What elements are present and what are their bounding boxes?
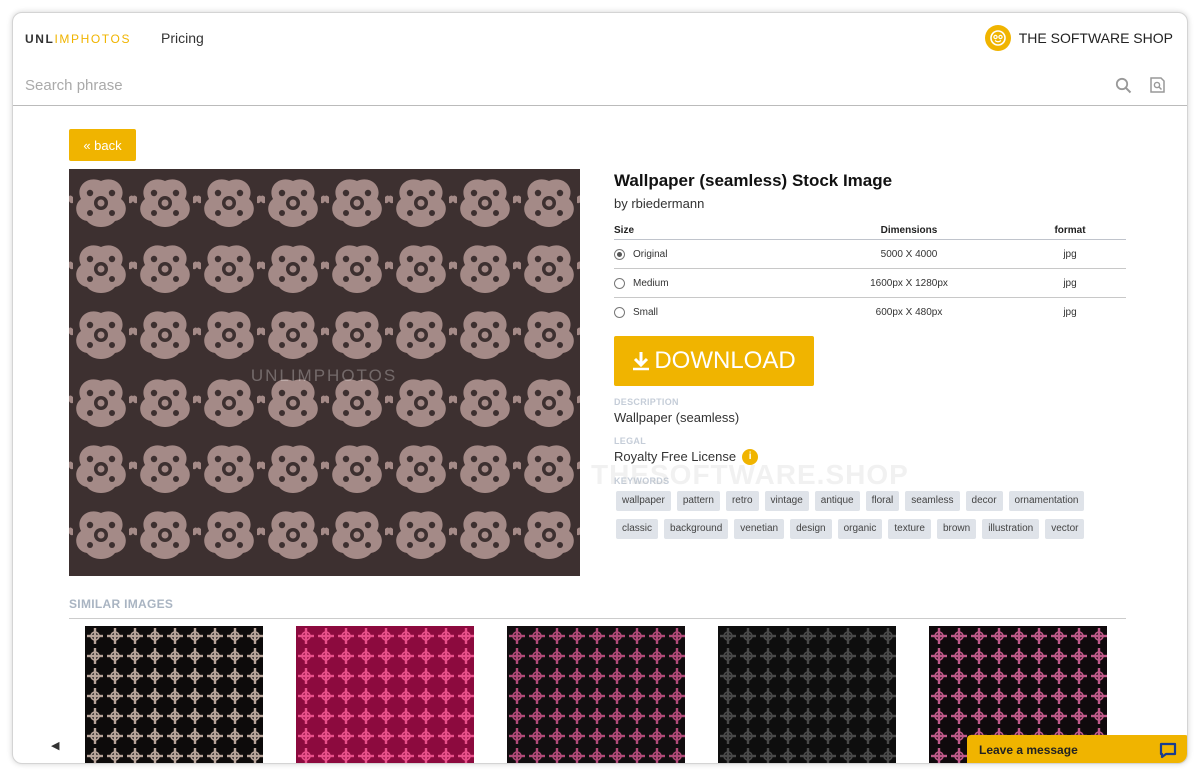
browser-frame: UNLIMPHOTOS Pricing THE SOFTWARE SHOP Se… bbox=[12, 12, 1188, 764]
similar-images-label: SIMILAR IMAGES bbox=[69, 597, 174, 611]
image-search-icon[interactable] bbox=[1145, 73, 1169, 97]
legal-label: LEGAL bbox=[614, 435, 646, 446]
thumb-pattern bbox=[85, 626, 263, 763]
nav-pricing-link[interactable]: Pricing bbox=[161, 30, 204, 46]
image-title: Wallpaper (seamless) Stock Image bbox=[614, 171, 893, 190]
keyword-tag[interactable]: vector bbox=[1045, 518, 1085, 539]
format-header: format bbox=[1014, 225, 1126, 240]
size-label: Medium bbox=[633, 277, 669, 289]
description-text: Wallpaper (seamless) bbox=[614, 409, 740, 425]
keyword-tag[interactable]: retro bbox=[725, 490, 759, 511]
back-button[interactable]: « back bbox=[69, 129, 136, 161]
preview-pattern: UNLIMPHOTOS bbox=[69, 169, 580, 576]
keyword-tag[interactable]: illustration bbox=[982, 518, 1040, 539]
similar-divider bbox=[69, 618, 1126, 619]
logo-text-3: MPHOTOS bbox=[59, 32, 132, 46]
dimensions-header: Dimensions bbox=[804, 225, 1014, 240]
similar-image-thumb[interactable] bbox=[718, 626, 896, 763]
radio-medium[interactable] bbox=[614, 277, 625, 289]
info-icon[interactable]: i bbox=[742, 448, 759, 465]
size-format: jpg bbox=[1014, 239, 1126, 269]
radio-original[interactable] bbox=[614, 248, 625, 260]
search-bar bbox=[13, 65, 1187, 106]
size-format: jpg bbox=[1014, 268, 1126, 298]
image-details: Wallpaper (seamless) Stock Image by rbie… bbox=[614, 171, 1126, 547]
similar-image-thumb[interactable] bbox=[85, 626, 263, 763]
download-button[interactable]: DOWNLOAD bbox=[614, 335, 814, 386]
keyword-tag[interactable]: vintage bbox=[764, 490, 809, 511]
license-value: Royalty Free License i bbox=[614, 448, 1126, 465]
keyword-tag[interactable]: seamless bbox=[905, 490, 960, 511]
download-icon bbox=[633, 351, 650, 370]
radio-small[interactable] bbox=[614, 306, 625, 318]
size-label: Small bbox=[633, 306, 659, 318]
chat-bubble-icon bbox=[1159, 742, 1177, 759]
carousel-prev-icon[interactable]: ◀ bbox=[51, 739, 59, 752]
description-label: DESCRIPTION bbox=[614, 396, 679, 407]
size-dimensions: 1600px X 1280px bbox=[804, 268, 1014, 298]
keyword-tag[interactable]: venetian bbox=[734, 518, 785, 539]
preview-watermark: UNLIMPHOTOS bbox=[251, 366, 397, 385]
size-format: jpg bbox=[1063, 306, 1077, 318]
thumb-pattern bbox=[718, 626, 896, 763]
similar-image-thumb[interactable] bbox=[296, 626, 474, 763]
search-input[interactable] bbox=[25, 71, 925, 99]
brand-name: THE SOFTWARE SHOP bbox=[1018, 30, 1173, 46]
stock-image-preview: UNLIMPHOTOS bbox=[69, 169, 580, 576]
keyword-tag[interactable]: pattern bbox=[676, 490, 720, 511]
brand-logo[interactable]: THE SOFTWARE SHOP bbox=[984, 25, 1173, 51]
keyword-list: wallpaper pattern retro vintage antique … bbox=[616, 490, 1116, 547]
keyword-tag[interactable]: ornamentation bbox=[1008, 490, 1085, 511]
download-label: DOWNLOAD bbox=[654, 346, 796, 374]
thumb-pattern bbox=[296, 626, 474, 763]
size-header: Size bbox=[614, 225, 804, 240]
size-table-header: Size Dimensions format bbox=[614, 225, 1126, 240]
brand-face-icon bbox=[984, 25, 1011, 51]
keyword-tag[interactable]: antique bbox=[814, 490, 860, 511]
similar-images-carousel bbox=[85, 626, 1107, 763]
size-table: Size Dimensions format Original 5000 X 4… bbox=[614, 225, 1126, 327]
search-icon[interactable] bbox=[1111, 73, 1135, 97]
keyword-tag[interactable]: decor bbox=[965, 490, 1003, 511]
similar-image-thumb[interactable] bbox=[507, 626, 685, 763]
keyword-tag[interactable]: brown bbox=[936, 518, 977, 539]
keyword-tag[interactable]: texture bbox=[888, 518, 931, 539]
keyword-tag[interactable]: classic bbox=[616, 518, 659, 539]
logo[interactable]: UNLIMPHOTOS bbox=[25, 32, 131, 46]
chat-label: Leave a message bbox=[979, 743, 1078, 757]
license-text: Royalty Free License bbox=[614, 449, 737, 464]
size-row-medium[interactable]: Medium 1600px X 1280px jpg bbox=[614, 268, 1126, 298]
keyword-tag[interactable]: wallpaper bbox=[616, 490, 671, 511]
size-dimensions: 600px X 480px bbox=[875, 306, 943, 318]
keyword-tag[interactable]: design bbox=[790, 518, 832, 539]
image-author: by rbiedermann bbox=[614, 196, 705, 211]
header: UNLIMPHOTOS Pricing THE SOFTWARE SHOP bbox=[13, 13, 1187, 65]
size-label: Original bbox=[633, 248, 668, 260]
keyword-tag[interactable]: floral bbox=[865, 490, 900, 511]
size-dimensions: 5000 X 4000 bbox=[804, 239, 1014, 269]
thumb-pattern bbox=[507, 626, 685, 763]
keywords-label: KEYWORDS bbox=[614, 475, 670, 486]
size-row-original[interactable]: Original 5000 X 4000 jpg bbox=[614, 239, 1126, 269]
logo-text-1: UNL bbox=[25, 32, 55, 46]
keyword-tag[interactable]: background bbox=[664, 518, 729, 539]
description-value: Wallpaper (seamless) bbox=[614, 410, 1126, 425]
chat-widget[interactable]: Leave a message bbox=[967, 735, 1187, 763]
keyword-tag[interactable]: organic bbox=[837, 518, 883, 539]
size-row-small[interactable]: Small 600px X 480px jpg bbox=[614, 298, 1126, 327]
